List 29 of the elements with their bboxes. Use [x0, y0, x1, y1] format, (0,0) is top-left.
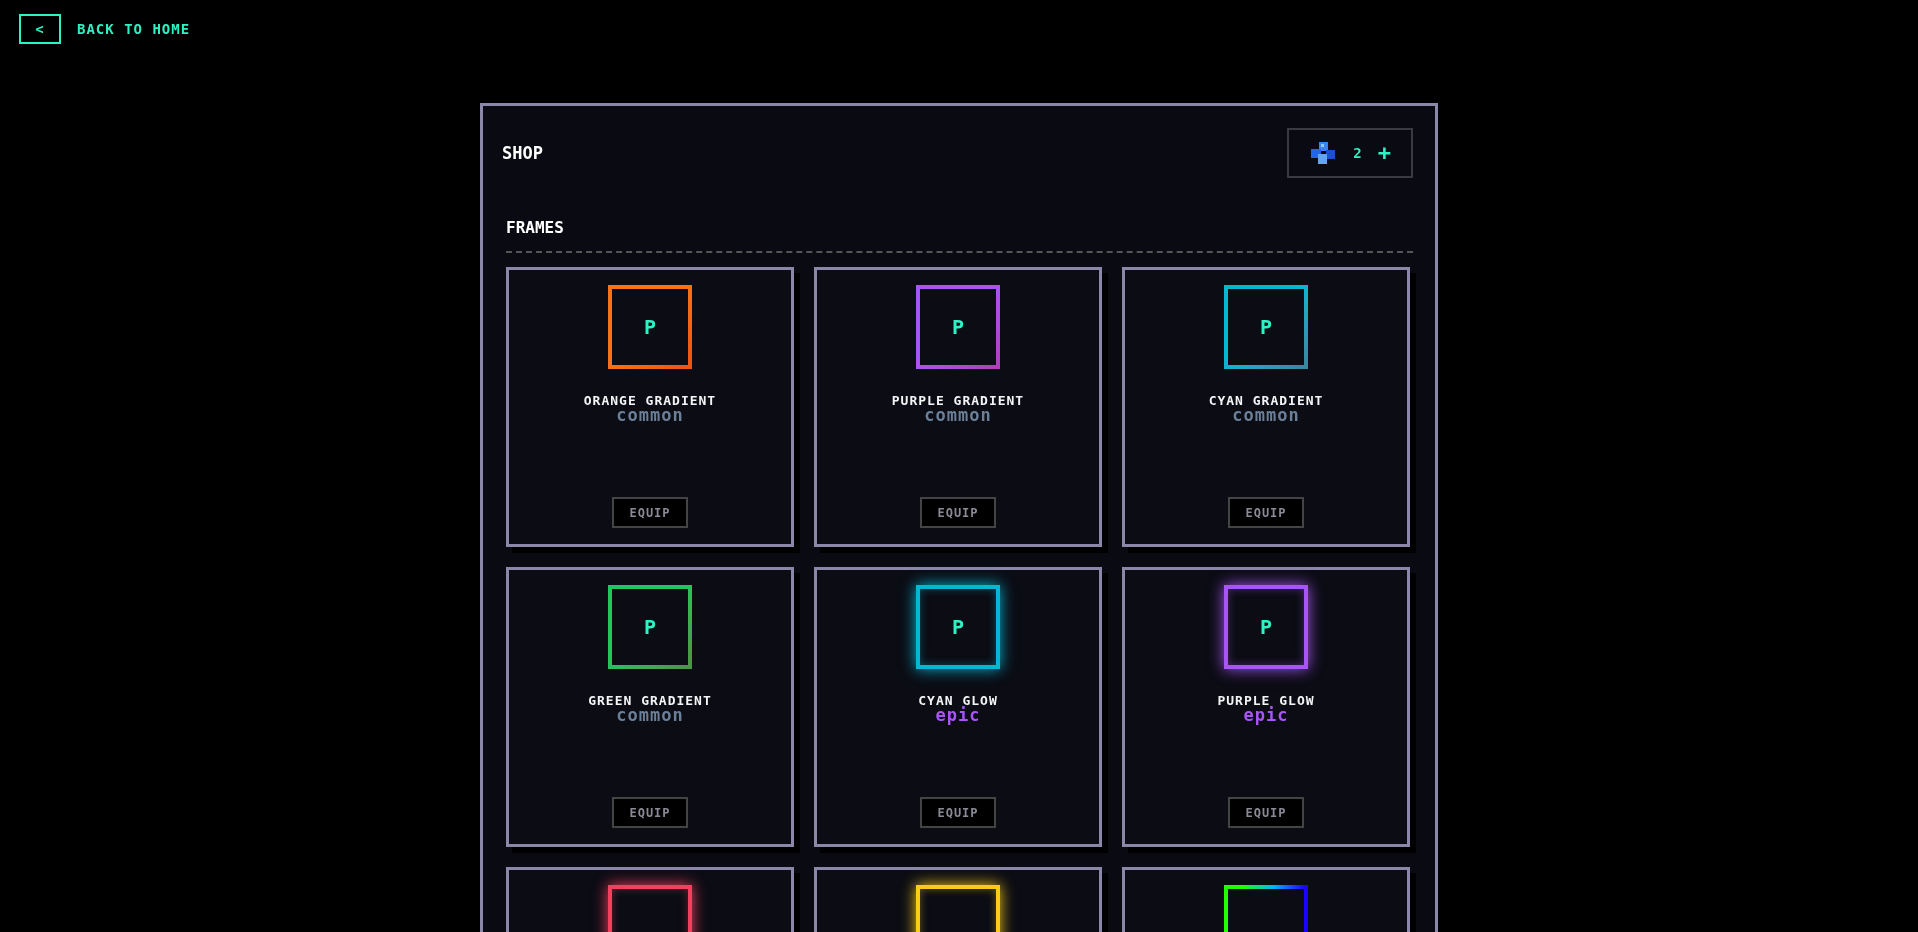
frame-name: ORANGE GRADIENT	[583, 393, 717, 408]
avatar-letter: P	[1259, 615, 1272, 639]
gem-cluster-icon	[1309, 140, 1338, 166]
equip-button[interactable]: EQUIP	[612, 497, 688, 528]
rarity-label: common	[1232, 408, 1300, 423]
frame-name: CYAN GRADIENT	[1208, 393, 1324, 408]
rarity-label: common	[616, 408, 684, 423]
equip-button[interactable]: EQUIP	[612, 797, 688, 828]
equip-button[interactable]: EQUIP	[920, 797, 996, 828]
back-link[interactable]: < BACK TO HOME	[19, 14, 191, 44]
equip-button[interactable]: EQUIP	[1228, 497, 1304, 528]
frame-name: CYAN GLOW	[918, 693, 998, 708]
rarity-label: common	[616, 708, 684, 723]
equip-button[interactable]: EQUIP	[1228, 797, 1304, 828]
rarity-label: common	[924, 408, 992, 423]
avatar-letter: P	[951, 315, 964, 339]
gem-count: 2	[1353, 145, 1362, 161]
rarity-label: epic	[1243, 708, 1289, 723]
section-title: FRAMES	[506, 218, 1413, 253]
shop-title: SHOP	[502, 143, 543, 163]
avatar-letter: P	[643, 615, 656, 639]
avatar-letter: P	[643, 315, 656, 339]
rarity-label: epic	[935, 708, 981, 723]
avatar-letter: P	[951, 615, 964, 639]
add-gems-button[interactable]: +	[1377, 142, 1391, 164]
frame-name: PURPLE GRADIENT	[891, 393, 1025, 408]
frame-name: GREEN GRADIENT	[588, 693, 712, 708]
equip-button[interactable]: EQUIP	[920, 497, 996, 528]
avatar-letter: P	[1259, 315, 1272, 339]
